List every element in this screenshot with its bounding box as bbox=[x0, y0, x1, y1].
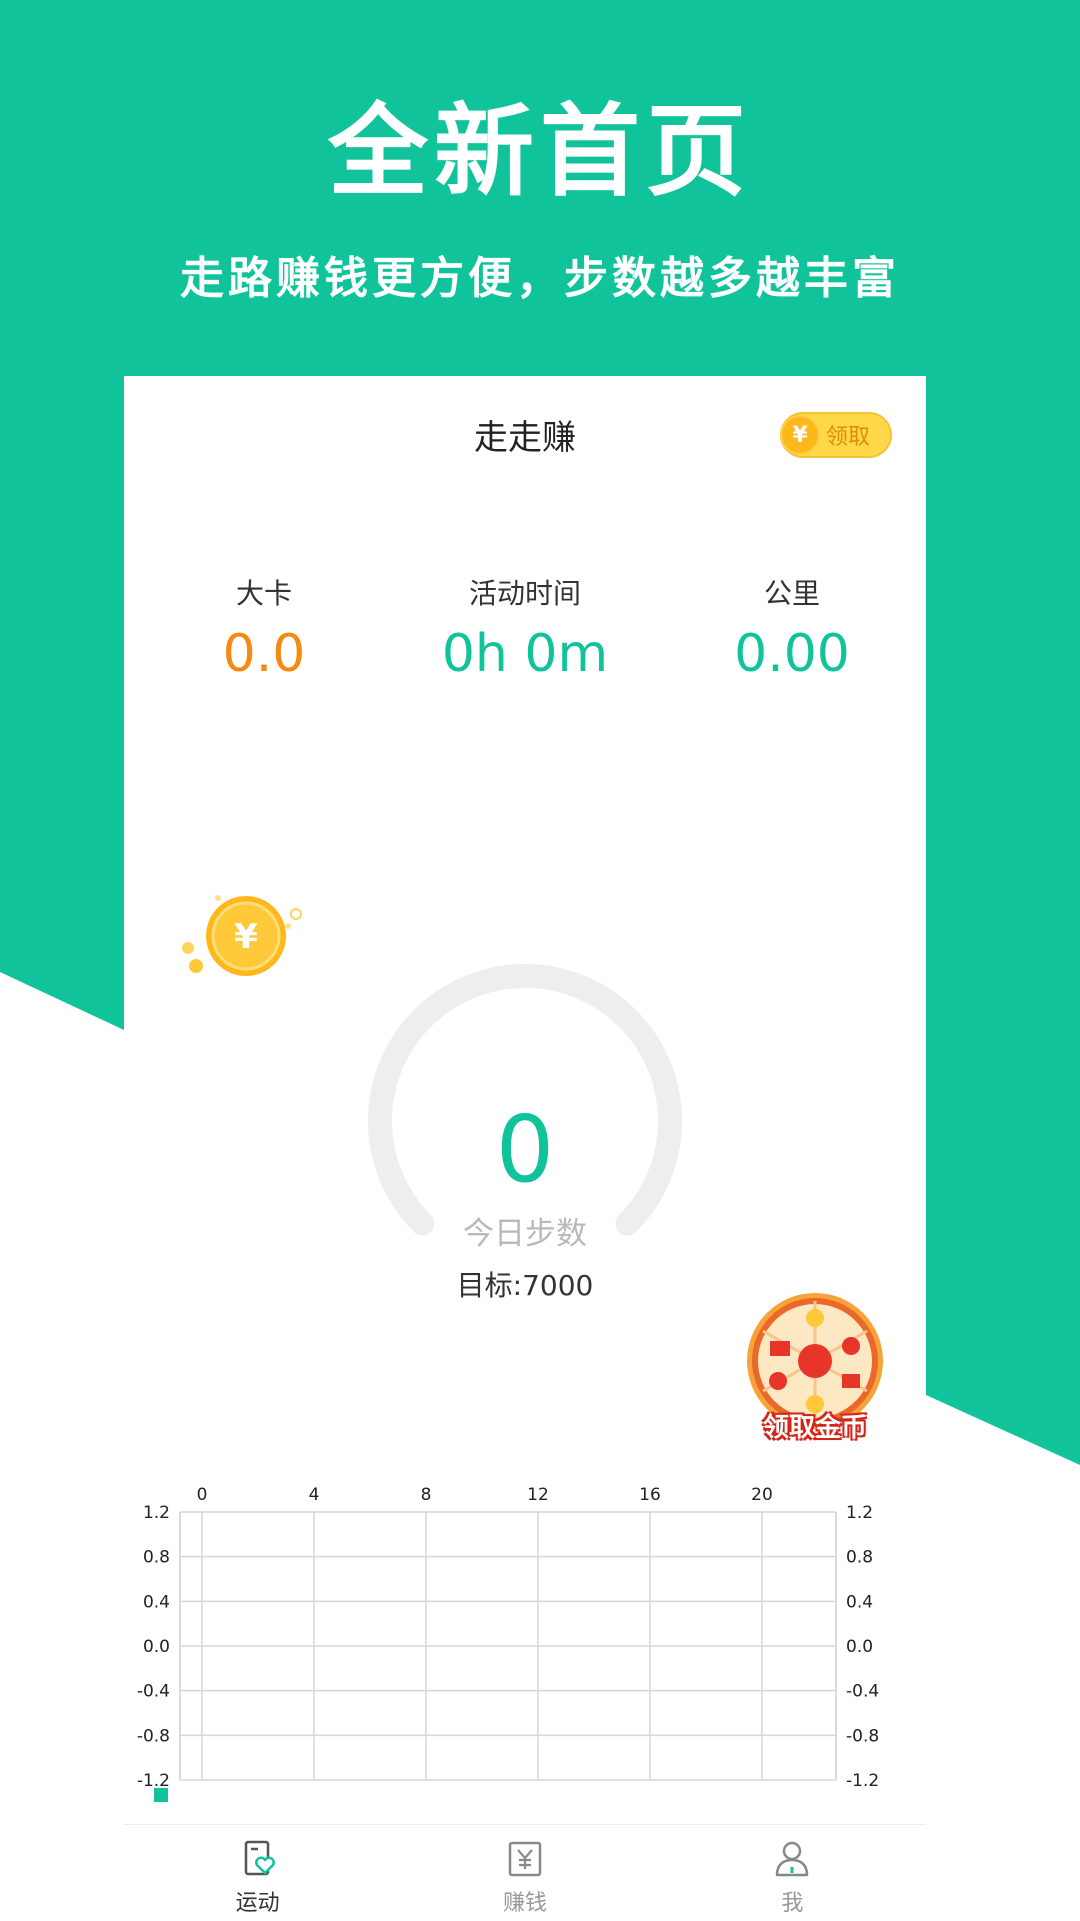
user-icon bbox=[776, 1841, 809, 1877]
chart-legend-swatch bbox=[154, 1788, 168, 1802]
steps-count: 0 bbox=[495, 1096, 555, 1203]
chart-y-tick-left: 0.8 bbox=[143, 1548, 170, 1568]
chart-y-tick-left: 0.0 bbox=[143, 1637, 170, 1657]
tab-earn[interactable]: 赚钱 bbox=[391, 1825, 658, 1921]
chart-x-tick: 0 bbox=[197, 1485, 208, 1505]
chart-y-tick-right: 1.2 bbox=[846, 1503, 873, 1523]
bottom-tab-bar: 运动 赚钱 我 bbox=[124, 1824, 926, 1921]
steps-label: 今日步数 bbox=[463, 1216, 587, 1252]
tab-me-label: 我 bbox=[781, 1891, 804, 1916]
claim-button[interactable]: ¥ 领取 bbox=[780, 412, 892, 458]
chart-x-tick: 20 bbox=[751, 1485, 773, 1505]
stat-distance-value: 0.00 bbox=[734, 624, 850, 684]
tab-me[interactable]: 我 bbox=[659, 1825, 926, 1921]
stat-calories-value: 0.0 bbox=[222, 624, 306, 684]
stat-active-time-value: 0h 0m bbox=[441, 624, 609, 684]
gold-coin-icon[interactable]: ¥ bbox=[176, 886, 316, 996]
chart-y-tick-left: -0.4 bbox=[137, 1682, 170, 1702]
yuan-note-icon bbox=[508, 1841, 542, 1877]
chart-x-tick: 4 bbox=[309, 1485, 320, 1505]
stat-distance: 公里 0.00 bbox=[662, 572, 922, 684]
tab-exercise-label: 运动 bbox=[235, 1891, 280, 1916]
chart-y-tick-right: 0.8 bbox=[846, 1548, 873, 1568]
prize-wheel-label: 领取金币 bbox=[762, 1413, 867, 1443]
stat-distance-label: 公里 bbox=[763, 577, 820, 610]
stat-active-time: 活动时间 0h 0m bbox=[395, 572, 655, 684]
chart-y-tick-right: 0.4 bbox=[846, 1592, 873, 1612]
prize-wheel-button[interactable]: 领取金币 bbox=[740, 1286, 890, 1446]
chart-y-tick-left: 1.2 bbox=[143, 1503, 170, 1523]
gold-coin-symbol: ¥ bbox=[234, 917, 258, 957]
chart-x-tick: 12 bbox=[527, 1485, 549, 1505]
promo-subtitle: 走路赚钱更方便，步数越多越丰富 bbox=[180, 253, 900, 304]
chart-x-tick: 8 bbox=[421, 1485, 432, 1505]
chart-y-tick-right: -0.8 bbox=[846, 1726, 879, 1746]
stat-calories: 大卡 0.0 bbox=[134, 572, 394, 684]
stat-calories-label: 大卡 bbox=[235, 577, 292, 610]
chart-x-tick: 16 bbox=[639, 1485, 661, 1505]
chart-y-tick-right: -0.4 bbox=[846, 1682, 879, 1702]
yuan-coin-icon: ¥ bbox=[780, 415, 820, 455]
chart-y-tick-left: -0.8 bbox=[137, 1726, 170, 1746]
chart-y-tick-right: 0.0 bbox=[846, 1637, 873, 1657]
phone-heart-icon bbox=[244, 1840, 275, 1876]
stat-active-time-label: 活动时间 bbox=[468, 577, 581, 610]
tab-earn-label: 赚钱 bbox=[502, 1891, 547, 1916]
tab-exercise[interactable]: 运动 bbox=[124, 1825, 391, 1921]
promo-title: 全新首页 bbox=[328, 93, 752, 210]
hourly-steps-chart: 1.2 1.2 0.8 0.8 0.4 0.4 0.0 0.0 -0.4 -0.4 -0.8 -0.8… bbox=[124, 1460, 926, 1830]
chart-y-tick-left: 0.4 bbox=[143, 1592, 170, 1612]
claim-label: 领取 bbox=[826, 425, 871, 450]
chart-y-tick-right: -1.2 bbox=[846, 1771, 879, 1791]
